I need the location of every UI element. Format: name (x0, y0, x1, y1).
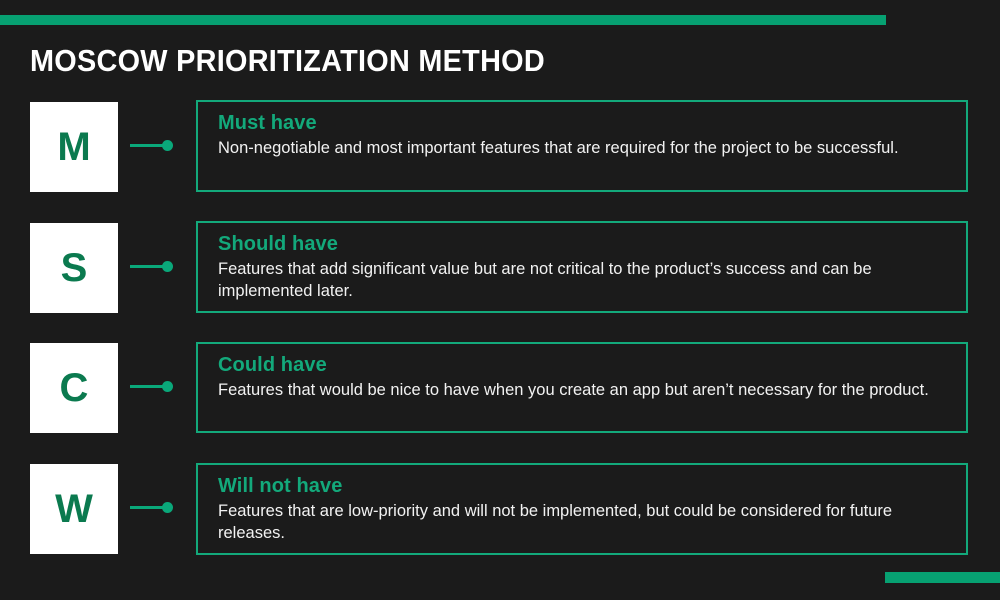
card-body-could-have: Features that would be nice to have when… (218, 381, 929, 399)
letter-tile-s: S (30, 223, 118, 313)
letter-tile-s-label: S (60, 246, 88, 290)
letter-tile-w: W (30, 464, 118, 554)
card-title-could-have: Could have (218, 354, 327, 376)
connector-dot-w (162, 502, 173, 513)
card-title-will-not-have: Will not have (218, 475, 343, 497)
card-will-not-have: Will not have Features that are low-prio… (196, 463, 968, 555)
letter-tile-m: M (30, 102, 118, 192)
connector-dot-c (162, 381, 173, 392)
card-could-have: Could have Features that would be nice t… (196, 342, 968, 433)
top-accent-bar (0, 15, 886, 25)
card-should-have: Should have Features that add significan… (196, 221, 968, 313)
card-must-have: Must have Non-negotiable and most import… (196, 100, 968, 192)
card-body-must-have: Non-negotiable and most important featur… (218, 139, 899, 157)
moscow-prioritization-slide: MOSCOW PRIORITIZATION METHOD M Must have… (0, 0, 1000, 600)
letter-tile-m-label: M (57, 125, 91, 169)
letter-tile-c-label: C (59, 366, 89, 410)
page-title: MOSCOW PRIORITIZATION METHOD (30, 43, 545, 78)
letter-tile-c: C (30, 343, 118, 433)
bottom-accent-bar (885, 572, 1000, 583)
card-body-will-not-have: Features that are low-priority and will … (218, 502, 893, 542)
card-title-should-have: Should have (218, 233, 339, 255)
connector-dot-m (162, 140, 173, 151)
connector-dot-s (162, 261, 173, 272)
card-body-should-have: Features that add significant value but … (218, 260, 872, 300)
letter-tile-w-label: W (55, 487, 93, 531)
card-title-must-have: Must have (218, 112, 317, 134)
